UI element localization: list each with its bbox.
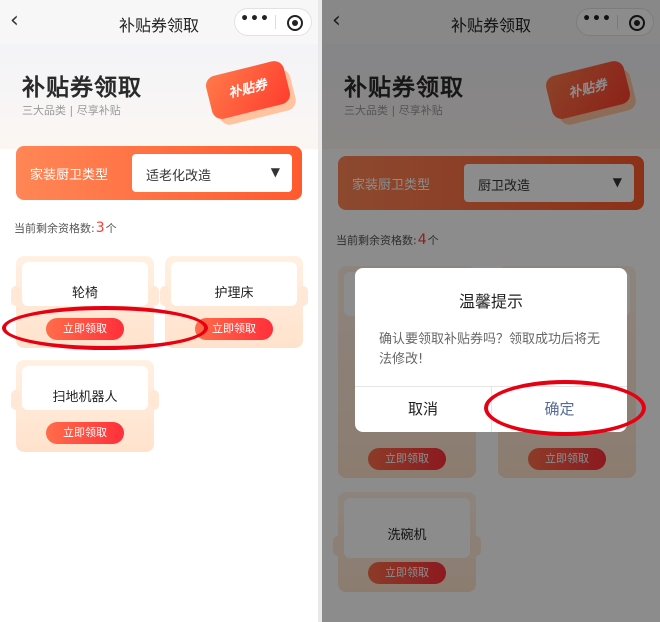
- dialog-message: 确认要领取补贴券吗？领取成功后将无法修改!: [379, 332, 601, 367]
- product-name: 扫地机器人: [52, 390, 118, 405]
- type-selector-label: 家装厨卫类型: [30, 168, 109, 183]
- highlight-ellipse: [484, 380, 646, 436]
- close-icon[interactable]: [287, 15, 303, 31]
- type-dropdown-value: 适老化改造: [146, 169, 212, 184]
- remaining-label: 当前剩余资格数:: [14, 222, 95, 235]
- product-card: 扫地机器人 立即领取: [11, 360, 159, 452]
- hero-subtitle: 三大品类 | 尽享补贴: [22, 104, 121, 117]
- remaining-number: 3: [95, 220, 105, 236]
- type-selector-bar: 家装厨卫类型 适老化改造 ▼: [16, 146, 302, 200]
- remaining-unit: 个: [105, 222, 117, 235]
- claim-button[interactable]: 立即领取: [46, 422, 124, 444]
- hero-title: 补贴券领取: [22, 75, 142, 101]
- coupon-ticket-icon: 补贴券: [203, 58, 300, 127]
- back-icon[interactable]: ‹: [10, 8, 30, 34]
- product-name: 护理床: [214, 286, 254, 301]
- more-icon[interactable]: •••: [235, 9, 275, 35]
- capsule-divider: [275, 15, 276, 29]
- type-dropdown[interactable]: 适老化改造 ▼: [132, 154, 292, 192]
- screen-left: ‹ 补贴券领取 ••• 补贴券领取 三大品类 | 尽享补贴 补贴券 家装厨卫类型…: [0, 0, 318, 622]
- screen-right: ‹ 补贴券领取 ••• 补贴券领取 三大品类 | 尽享补贴 补贴券 家装厨卫类型…: [322, 0, 660, 622]
- hero-banner: 补贴券领取 三大品类 | 尽享补贴 补贴券: [0, 44, 318, 149]
- cancel-button[interactable]: 取消: [355, 386, 491, 432]
- dialog-title: 温馨提示: [458, 292, 523, 311]
- nav-bar: ‹ 补贴券领取 •••: [0, 0, 318, 44]
- remaining-count: 当前剩余资格数:3个: [14, 220, 117, 236]
- chevron-down-icon: ▼: [270, 165, 280, 179]
- highlight-ellipse: [2, 306, 208, 350]
- product-name: 轮椅: [71, 286, 98, 301]
- mini-program-capsule: •••: [234, 8, 312, 36]
